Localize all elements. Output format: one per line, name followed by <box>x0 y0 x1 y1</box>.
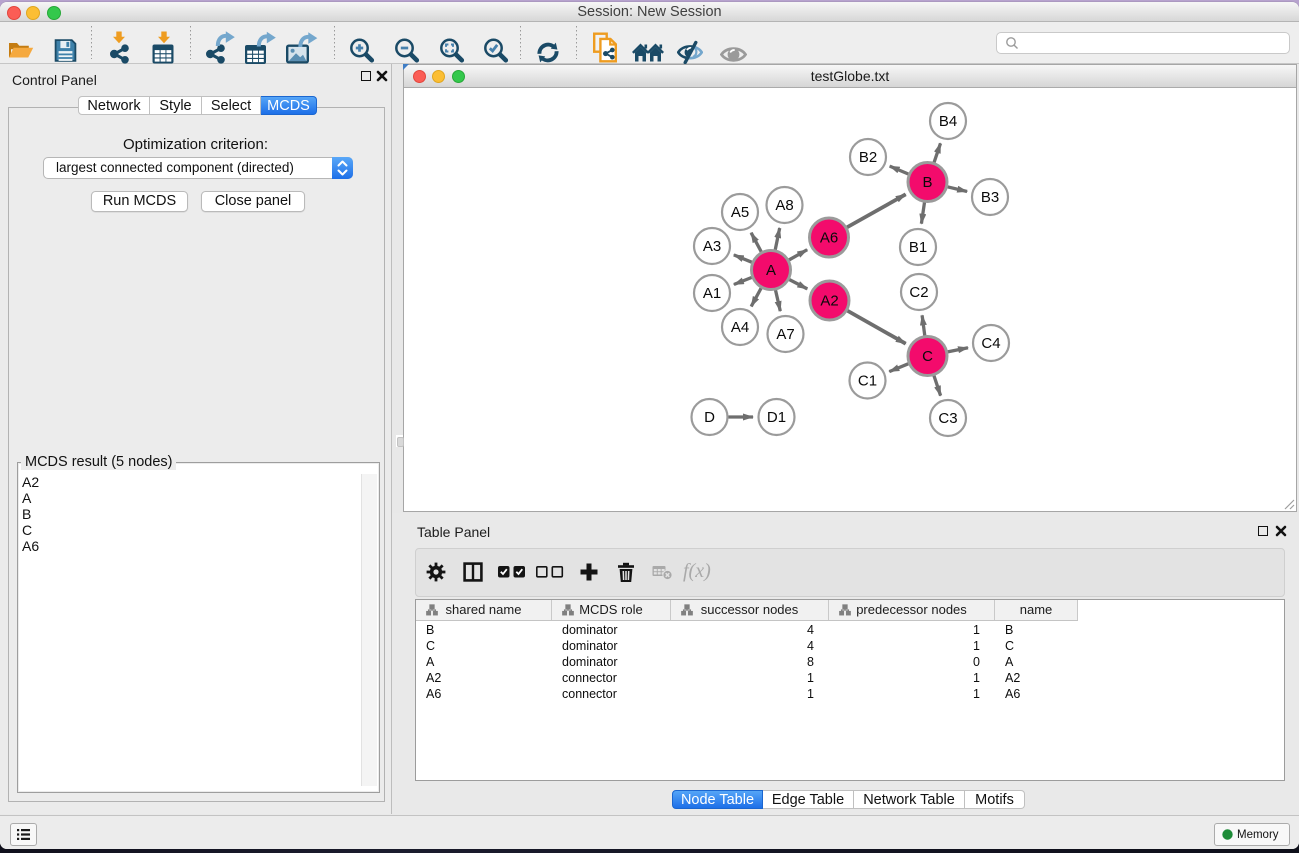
svg-text:A2: A2 <box>820 293 838 310</box>
svg-text:A4: A4 <box>731 319 749 336</box>
svg-text:B1: B1 <box>909 239 927 256</box>
svg-text:D: D <box>704 409 715 426</box>
svg-text:D1: D1 <box>767 409 786 426</box>
svg-text:B4: B4 <box>939 113 957 130</box>
svg-text:C3: C3 <box>938 410 957 427</box>
svg-text:C1: C1 <box>858 373 877 390</box>
svg-text:A: A <box>766 262 776 279</box>
svg-text:C: C <box>922 348 933 365</box>
svg-text:A7: A7 <box>776 326 794 343</box>
svg-text:A6: A6 <box>820 230 838 247</box>
svg-text:C4: C4 <box>981 335 1000 352</box>
svg-text:C2: C2 <box>909 284 928 301</box>
svg-text:A5: A5 <box>731 204 749 221</box>
svg-text:B: B <box>922 174 932 191</box>
svg-text:B2: B2 <box>859 149 877 166</box>
svg-text:A1: A1 <box>703 285 721 302</box>
svg-text:A8: A8 <box>775 197 793 214</box>
svg-text:B3: B3 <box>981 189 999 206</box>
svg-text:A3: A3 <box>703 238 721 255</box>
svg-text:f(x): f(x) <box>683 560 711 582</box>
